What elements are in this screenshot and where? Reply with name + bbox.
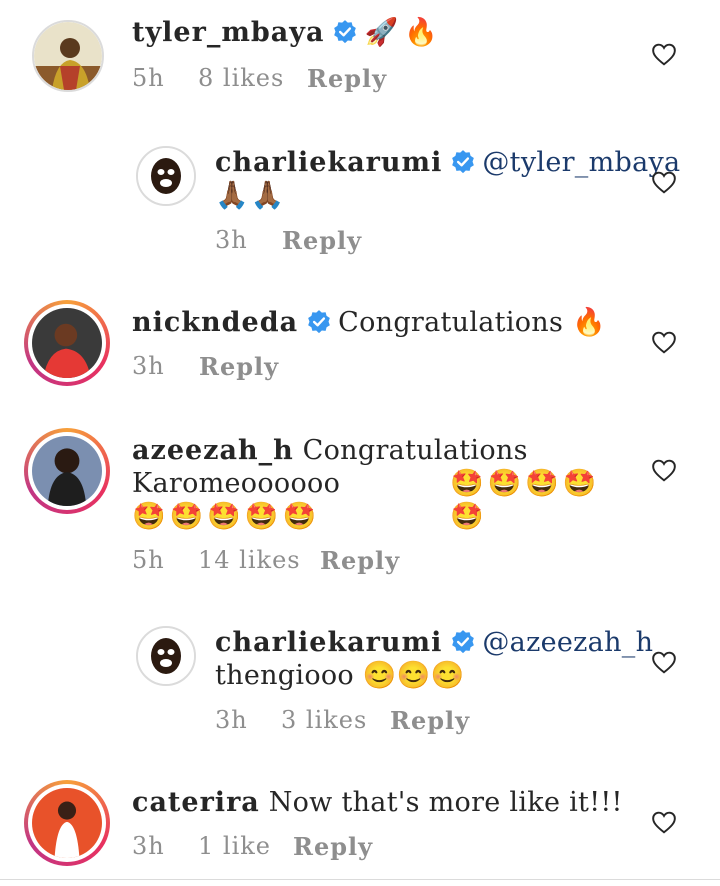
comment-text: Congratulations 🔥: [338, 307, 606, 338]
heart-outline-icon[interactable]: [651, 170, 677, 194]
avatar-image: [32, 436, 102, 506]
reply-button[interactable]: Reply: [320, 546, 400, 575]
likes-count[interactable]: 14 likes: [198, 546, 301, 574]
reply-button[interactable]: Reply: [293, 832, 373, 861]
comment-text: Now that's more like it!!!: [268, 787, 623, 818]
avatar[interactable]: [136, 626, 196, 686]
avatar-image: [34, 22, 102, 90]
likes-count[interactable]: 8 likes: [198, 64, 284, 92]
comment-time: 3h: [215, 226, 248, 254]
avatar-image: [138, 628, 194, 684]
comment-username[interactable]: azeezah_h: [132, 435, 294, 466]
verified-badge-icon: [334, 20, 357, 44]
comment-username[interactable]: nickndeda: [132, 307, 298, 338]
heart-outline-icon[interactable]: [651, 42, 677, 66]
avatar-image: [32, 308, 102, 378]
comment-mention[interactable]: @azeezah_h: [482, 627, 653, 658]
comment-time: 3h: [215, 706, 248, 734]
likes-count[interactable]: 1 like: [198, 832, 271, 860]
heart-outline-icon[interactable]: [651, 330, 677, 354]
comment-time: 5h: [132, 546, 165, 574]
comment-item: nickndeda Congratulations 🔥 3h Reply: [0, 290, 720, 400]
avatar[interactable]: [136, 146, 196, 206]
comment-emoji-row: 🤩🤩🤩🤩🤩: [132, 501, 321, 532]
comment-text-line2: Karomeoooooo: [132, 468, 341, 499]
comment-reply-item: charliekarumi @azeezah_h thengiooo 😊😊😊 3h…: [0, 610, 720, 750]
verified-badge-icon: [308, 310, 330, 334]
comment-item: tyler_mbaya 🚀🔥 5h 8 likes Reply: [0, 0, 720, 120]
comment-time: 3h: [132, 832, 165, 860]
avatar-story-ring[interactable]: [24, 780, 110, 866]
comment-item: azeezah_h Congratulations Karomeoooooo 🤩…: [0, 420, 720, 600]
avatar-image: [138, 148, 194, 204]
comment-text: 🙏🏾🙏🏾: [215, 180, 287, 211]
likes-count[interactable]: 3 likes: [281, 706, 367, 734]
comment-reply-item: charliekarumi @tyler_mbaya 🙏🏾🙏🏾 3h Reply: [0, 130, 720, 270]
reply-button[interactable]: Reply: [390, 706, 470, 735]
verified-badge-icon: [452, 630, 475, 654]
comment-text: 🚀🔥: [364, 17, 444, 48]
comment-text: Congratulations: [302, 435, 528, 466]
reply-button[interactable]: Reply: [199, 352, 279, 381]
comment-time: 5h: [132, 64, 165, 92]
comment-item: caterira Now that's more like it!!! 3h 1…: [0, 770, 720, 880]
avatar-image: [32, 788, 102, 858]
avatar-story-ring[interactable]: [24, 428, 110, 514]
comment-time: 3h: [132, 352, 165, 380]
comment-username[interactable]: caterira: [132, 787, 260, 818]
comment-username[interactable]: charliekarumi: [215, 627, 442, 658]
avatar-story-ring[interactable]: [24, 300, 110, 386]
comment-username[interactable]: charliekarumi: [215, 147, 442, 178]
reply-button[interactable]: Reply: [282, 226, 362, 255]
heart-outline-icon[interactable]: [651, 810, 677, 834]
comment-username[interactable]: tyler_mbaya: [132, 17, 324, 48]
verified-badge-icon: [452, 150, 475, 174]
heart-outline-icon[interactable]: [651, 650, 677, 674]
heart-outline-icon[interactable]: [651, 458, 677, 482]
divider: [0, 879, 720, 880]
comment-text: thengiooo 😊😊😊: [215, 660, 465, 691]
avatar[interactable]: [32, 20, 104, 92]
comment-emoji-row: 🤩🤩🤩🤩🤩: [450, 468, 601, 532]
reply-button[interactable]: Reply: [307, 64, 387, 93]
